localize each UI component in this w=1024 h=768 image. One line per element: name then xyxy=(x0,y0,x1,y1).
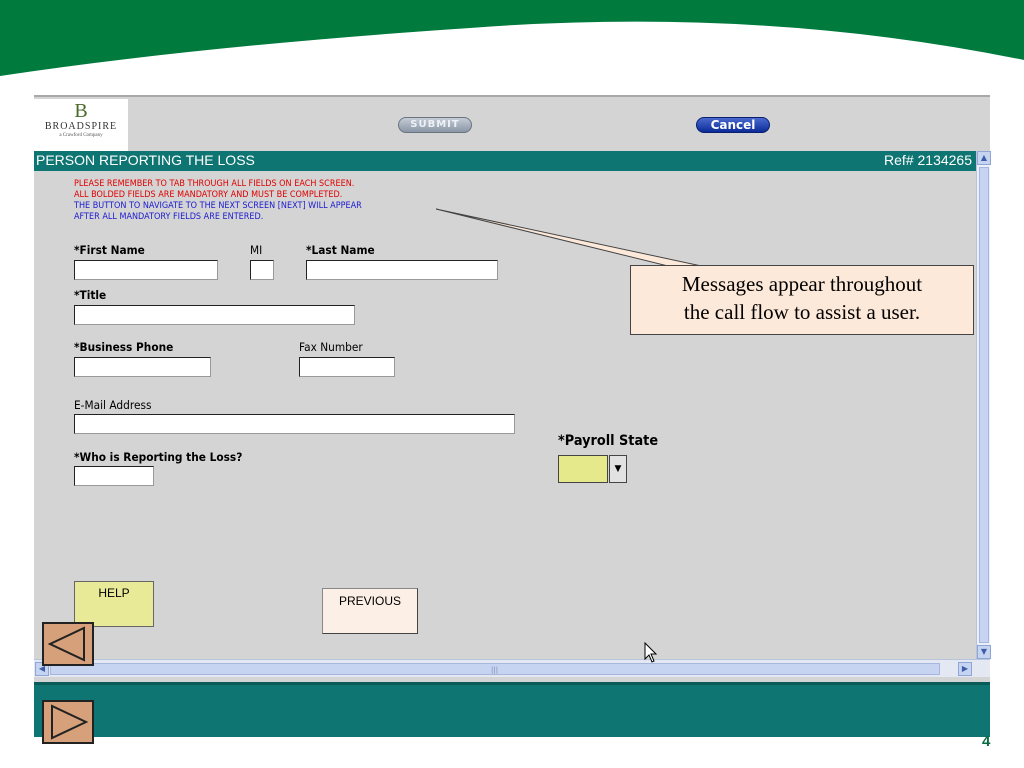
slide-previous-button[interactable] xyxy=(42,622,94,666)
slide-page-number: 4 xyxy=(982,733,991,750)
annotation-callout: Messages appear throughout the call flow… xyxy=(630,265,974,335)
slide-next-button[interactable] xyxy=(42,700,94,744)
triangle-left-icon xyxy=(47,626,85,662)
callout-pointer xyxy=(435,208,707,268)
triangle-right-icon xyxy=(51,704,89,740)
callout-line: the call flow to assist a user. xyxy=(683,300,921,324)
mouse-cursor-icon xyxy=(644,642,658,663)
callout-line: Messages appear throughout xyxy=(681,272,923,296)
